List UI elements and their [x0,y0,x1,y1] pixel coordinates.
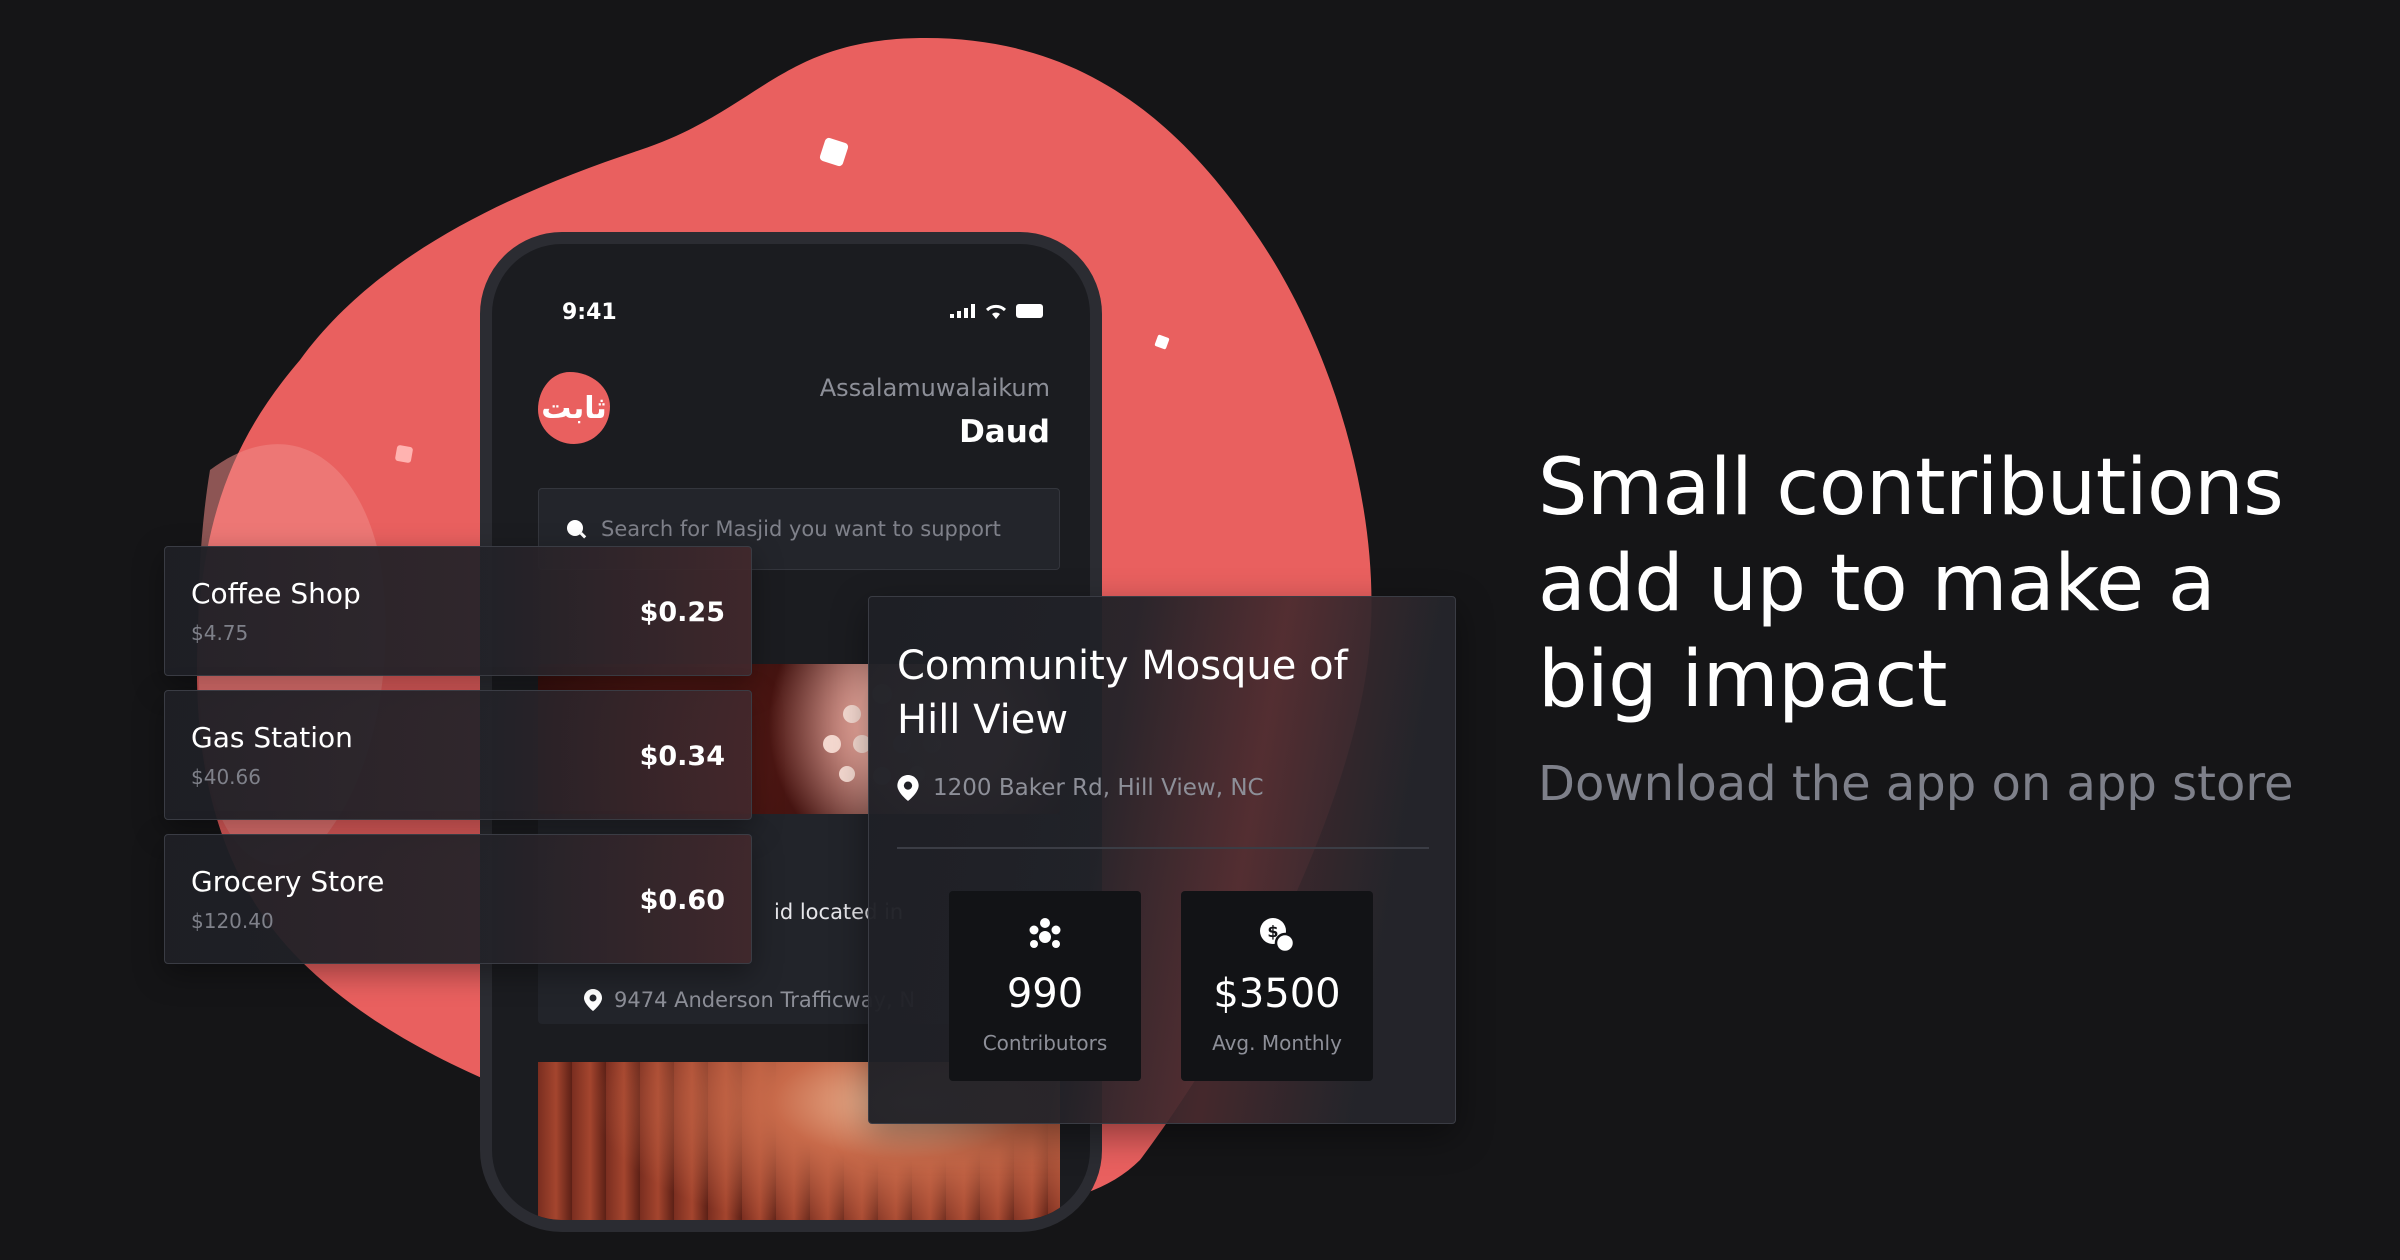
expense-roundup: $0.34 [639,741,725,772]
location-pin-icon [584,989,602,1011]
wifi-icon [985,304,1007,319]
people-icon [1029,918,1061,948]
mosque-detail-card[interactable]: Community Mosque of Hill View 1200 Baker… [868,596,1456,1124]
signal-icon [950,304,975,318]
mosque-title: Community Mosque of Hill View [897,643,1348,743]
expense-roundup: $0.60 [639,885,725,916]
greeting-text: Assalamuwalaikum [819,374,1050,402]
expense-card-coffee[interactable]: Coffee Shop $4.75 $0.25 [164,546,752,676]
app-logo: ثابت [538,372,610,444]
hero-headline: Small contributions add up to make a big… [1538,443,2284,725]
expense-amount: $120.40 [191,909,274,933]
mosque-address: 1200 Baker Rd, Hill View, NC [933,775,1264,801]
search-icon [567,520,587,539]
battery-icon [1016,304,1043,318]
marketing-stage: 9:41 ثابت Assalamuwalaikum Daud Search f… [0,0,2400,1260]
expense-name: Gas Station [191,721,353,754]
status-time: 9:41 [562,300,617,325]
stat-contributors: 990 Contributors [949,891,1141,1081]
mosque-address-row: 1200 Baker Rd, Hill View, NC [897,775,1264,801]
expense-amount: $4.75 [191,621,249,645]
stat-value: $3500 [1213,971,1341,1017]
mosque-address-row: 9474 Anderson Trafficway, N [584,988,915,1012]
expense-card-gas[interactable]: Gas Station $40.66 $0.34 [164,690,752,820]
coins-icon: $ [1260,918,1296,953]
hero-subline: Download the app on app store [1538,756,2294,812]
user-name: Daud [959,414,1050,450]
confetti-square [395,445,413,463]
expense-name: Grocery Store [191,865,385,898]
stat-label: Contributors [982,1031,1108,1055]
status-icons [950,302,1046,320]
expense-card-grocery[interactable]: Grocery Store $120.40 $0.60 [164,834,752,964]
stat-avg-monthly: $ $3500 Avg. Monthly [1181,891,1373,1081]
expense-amount: $40.66 [191,765,261,789]
stat-label: Avg. Monthly [1212,1031,1342,1055]
expense-name: Coffee Shop [191,577,361,610]
location-pin-icon [897,775,919,801]
divider [897,847,1429,849]
search-placeholder: Search for Masjid you want to support [601,517,1001,541]
expense-roundup: $0.25 [639,597,725,628]
stat-value: 990 [1006,971,1084,1017]
